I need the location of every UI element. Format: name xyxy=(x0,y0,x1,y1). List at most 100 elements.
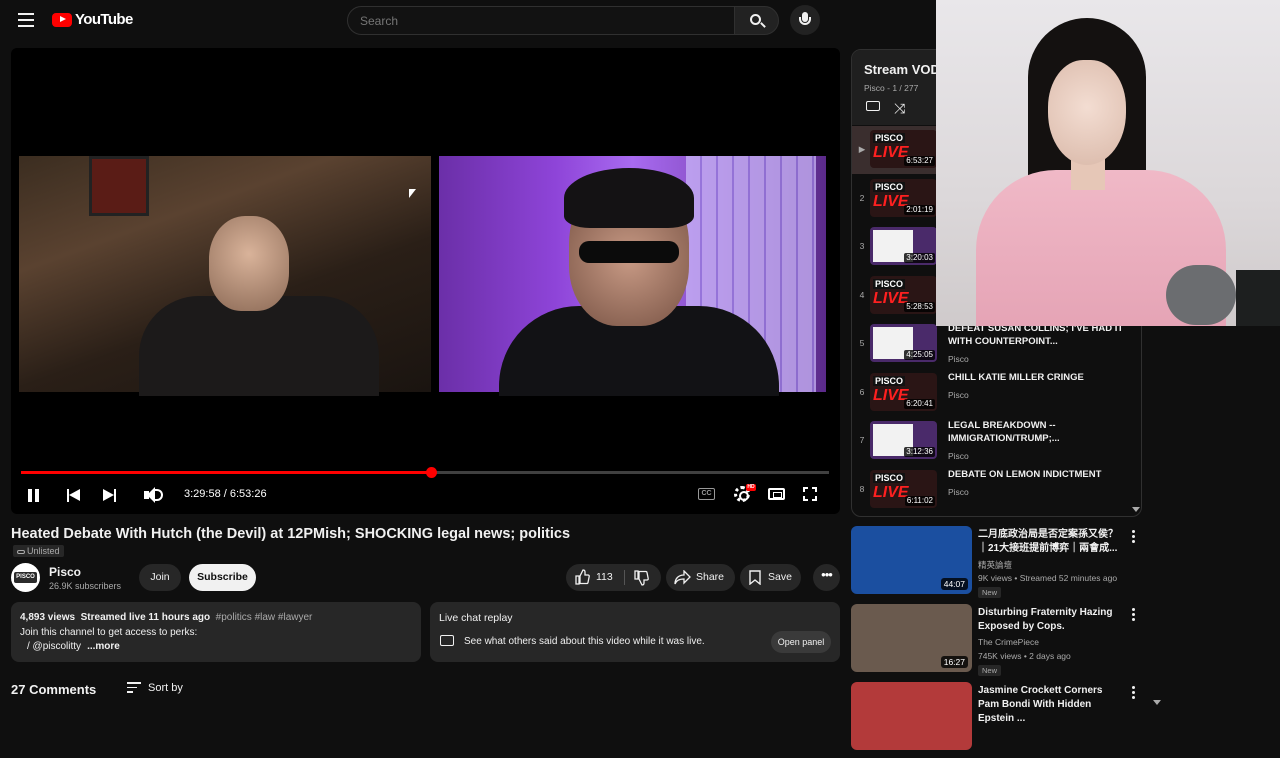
recommended-thumbnail[interactable] xyxy=(851,682,972,750)
open-panel-button[interactable]: Open panel xyxy=(771,631,831,653)
like-divider xyxy=(624,570,625,585)
join-button[interactable]: Join xyxy=(139,564,181,591)
recommended-video[interactable]: Jasmine Crockett Corners Pam Bondi With … xyxy=(851,682,1141,758)
recommended-title[interactable]: Disturbing Fraternity Hazing Exposed by … xyxy=(978,606,1123,634)
youtube-logo[interactable]: YouTube xyxy=(52,11,133,28)
menu-icon[interactable] xyxy=(18,13,34,27)
playlist-thumbnail[interactable]: PISCO LIVE 5:28:53 xyxy=(870,275,937,314)
playlist-subtitle: Pisco - 1 / 277 xyxy=(864,83,919,93)
live-chat-replay: Live chat replay See what others said ab… xyxy=(430,602,840,662)
volume-icon[interactable] xyxy=(144,487,164,503)
loop-icon[interactable] xyxy=(866,101,880,111)
playlist-thumbnail[interactable]: PISCO LIVE 6:20:41 xyxy=(870,372,937,411)
dislike-button[interactable] xyxy=(633,570,649,586)
channel-avatar[interactable]: PISCO xyxy=(11,563,40,592)
like-count: 113 xyxy=(596,571,613,583)
page-scroll-down-icon[interactable] xyxy=(1153,700,1161,705)
progress-bar[interactable] xyxy=(21,467,829,478)
video-left-feed xyxy=(19,156,431,396)
show-more-link[interactable]: ...more xyxy=(87,641,120,652)
webcam-overlay xyxy=(936,0,1280,326)
playlist-item-channel: Pisco xyxy=(948,354,969,364)
duration-badge: 44:07 xyxy=(940,578,968,590)
recommended-video[interactable]: 16:27 Disturbing Fraternity Hazing Expose… xyxy=(851,604,1141,680)
playlist-item[interactable]: 5 4:25:05 DEFEAT SUSAN COLLINS; I'VE HAD … xyxy=(852,320,1141,368)
playlist-item[interactable]: 8 PISCO LIVE 6:11:02 DEBATE ON LEMON INDI… xyxy=(852,466,1141,514)
playlist-item-channel: Pisco xyxy=(948,451,969,461)
previous-button[interactable] xyxy=(67,489,81,502)
more-options-icon[interactable] xyxy=(1132,608,1136,623)
playlist-item-title[interactable]: LEGAL BREAKDOWN -- IMMIGRATION/TRUMP;... xyxy=(948,419,1133,445)
hd-badge: HD xyxy=(746,484,756,491)
save-label: Save xyxy=(768,571,792,583)
progress-scrubber[interactable] xyxy=(426,467,438,478)
description-stats: 4,893 views Streamed live 11 hours ago #… xyxy=(20,612,313,623)
next-button[interactable] xyxy=(103,489,117,502)
duration-badge: 2:01:19 xyxy=(904,204,935,215)
more-options-icon[interactable] xyxy=(1132,530,1136,545)
video-player[interactable]: 3:29:58 / 6:53:26 CC HD xyxy=(11,48,840,514)
captions-button[interactable]: CC xyxy=(698,488,715,500)
description-box[interactable]: 4,893 views Streamed live 11 hours ago #… xyxy=(11,602,421,662)
playlist-thumbnail[interactable]: 4:25:05 xyxy=(870,324,937,362)
recommended-channel[interactable]: 精英論壇 xyxy=(978,559,1012,571)
playlist-thumbnail[interactable]: PISCO LIVE 2:01:19 xyxy=(870,178,937,217)
playlist-item-title[interactable]: DEBATE ON LEMON INDICTMENT xyxy=(948,468,1133,481)
playlist-index: 4 xyxy=(859,289,865,300)
playlist-index: ▶ xyxy=(858,144,866,154)
shuffle-icon[interactable]: ⤨ xyxy=(894,100,905,117)
playlist-index: 6 xyxy=(859,386,865,397)
playlist-item[interactable]: 7 3:12:36 LEGAL BREAKDOWN -- IMMIGRATION/… xyxy=(852,417,1141,465)
live-chat-title: Live chat replay xyxy=(439,612,513,624)
like-button[interactable] xyxy=(574,569,590,585)
recommended-title[interactable]: 二月底政治局是否定案孫又侯？｜21大接班提前博弈｜兩會成... xyxy=(978,528,1123,556)
sort-by-button[interactable]: Sort by xyxy=(148,682,183,694)
bookmark-icon xyxy=(749,570,761,585)
more-actions-icon[interactable]: ••• xyxy=(813,564,840,591)
duration-badge: 6:53:27 xyxy=(904,156,935,166)
search-box[interactable] xyxy=(347,6,735,35)
recommended-meta: 9K views • Streamed 52 minutes ago xyxy=(978,573,1118,583)
share-label: Share xyxy=(696,571,725,583)
unlisted-badge: Unlisted xyxy=(13,545,64,557)
playlist-index: 2 xyxy=(859,192,865,203)
playlist-item-channel: Pisco xyxy=(948,486,969,497)
playlist-item[interactable]: 6 PISCO LIVE 6:20:41 CHILL KATIE MILLER C… xyxy=(852,369,1141,417)
theater-mode-button[interactable] xyxy=(768,488,785,500)
recommended-channel[interactable]: The CrimePiece xyxy=(978,637,1039,647)
live-chat-text: See what others said about this video wh… xyxy=(464,636,705,647)
playlist-index: 8 xyxy=(859,483,865,494)
playlist-item-title[interactable]: CHILL KATIE MILLER CRINGE xyxy=(948,371,1133,384)
channel-name[interactable]: Pisco xyxy=(49,565,81,579)
voice-search-button[interactable] xyxy=(790,5,820,35)
recommended-video[interactable]: 44:07 二月底政治局是否定案孫又侯？｜21大接班提前博弈｜兩會成... 精英論壇… xyxy=(851,526,1141,602)
recommended-meta: 745K views • 2 days ago xyxy=(978,651,1071,661)
fullscreen-button[interactable] xyxy=(803,487,817,501)
description-text: Join this channel to get access to perks… xyxy=(20,627,198,638)
link-icon xyxy=(17,549,25,554)
playlist-thumbnail[interactable]: 3:12:36 xyxy=(870,421,937,459)
share-icon xyxy=(674,570,691,585)
playlist-index: 3 xyxy=(859,241,865,251)
comments-count: 27 Comments xyxy=(11,682,97,697)
duration-badge: 16:27 xyxy=(940,656,968,668)
youtube-play-icon xyxy=(52,12,72,27)
subscribe-button[interactable]: Subscribe xyxy=(189,564,256,591)
recommended-thumbnail[interactable]: 16:27 xyxy=(851,604,972,672)
sort-icon[interactable] xyxy=(127,682,141,693)
playlist-thumbnail[interactable]: PISCO LIVE 6:53:27 xyxy=(870,130,937,168)
search-input[interactable] xyxy=(348,7,734,34)
time-display: 3:29:58 / 6:53:26 xyxy=(184,488,267,500)
more-options-icon[interactable] xyxy=(1132,686,1136,701)
search-button[interactable] xyxy=(734,6,779,35)
playlist-index: 7 xyxy=(859,435,865,445)
playlist-scroll-down-icon[interactable] xyxy=(1132,507,1140,512)
pause-button[interactable] xyxy=(28,489,42,503)
duration-badge: 6:20:41 xyxy=(904,398,935,409)
playlist-thumbnail[interactable]: 3:20:03 xyxy=(870,227,937,265)
playlist-title[interactable]: Stream VOD xyxy=(864,62,940,77)
recommended-thumbnail[interactable]: 44:07 xyxy=(851,526,972,594)
duration-badge: 6:11:02 xyxy=(904,495,935,506)
playlist-thumbnail[interactable]: PISCO LIVE 6:11:02 xyxy=(870,469,937,508)
playlist-item-channel: Pisco xyxy=(948,389,969,400)
